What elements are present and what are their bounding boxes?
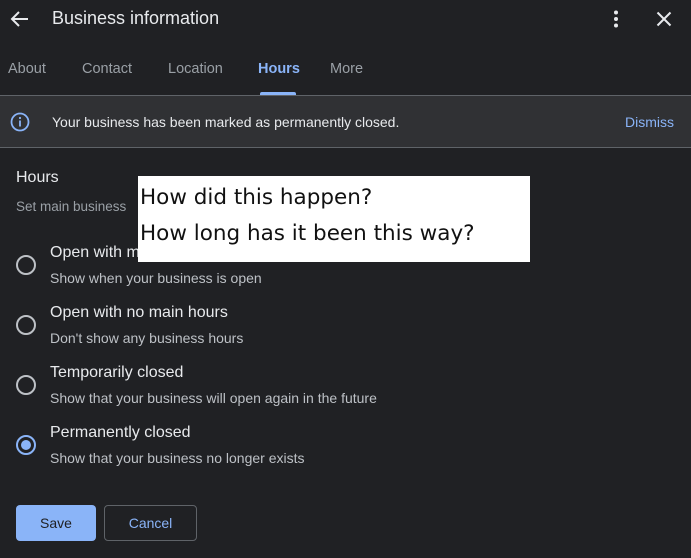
annotation-line: How did this happen? (140, 185, 373, 210)
more-vert-icon[interactable] (603, 5, 629, 33)
dialog-title: Business information (52, 8, 220, 28)
dialog-header: Business information (0, 0, 691, 40)
arrow-back-icon[interactable] (6, 4, 34, 34)
dismiss-button[interactable]: Dismiss (625, 114, 674, 130)
option-description: Show when your business is open (50, 270, 262, 286)
banner-message: Your business has been marked as permane… (52, 114, 400, 130)
option-label: Open with m (50, 244, 140, 261)
option-label: Permanently closed (50, 424, 191, 441)
hours-title: Hours (16, 169, 59, 186)
annotation-box: How did this happen? How long has it bee… (138, 176, 530, 262)
tab-location[interactable]: Location (168, 61, 223, 77)
info-icon (10, 112, 30, 132)
radio-button[interactable] (16, 315, 36, 335)
option-description: Don't show any business hours (50, 330, 244, 346)
status-banner: Your business has been marked as permane… (0, 95, 691, 148)
hours-subtitle: Set main business (16, 199, 127, 214)
radio-button-selected[interactable] (16, 435, 36, 455)
tab-more[interactable]: More (330, 61, 363, 77)
save-button[interactable]: Save (16, 505, 96, 541)
option-temporarily-closed[interactable]: Temporarily closed Show that your busine… (0, 364, 500, 416)
cancel-button[interactable]: Cancel (104, 505, 197, 541)
option-permanently-closed[interactable]: Permanently closed Show that your busine… (0, 424, 500, 476)
close-icon[interactable] (650, 5, 678, 33)
tab-about[interactable]: About (8, 61, 46, 77)
annotation-line: How long has it been this way? (140, 221, 475, 246)
option-label: Open with no main hours (50, 304, 228, 321)
option-open-no-main-hours[interactable]: Open with no main hours Don't show any b… (0, 304, 500, 356)
tab-hours[interactable]: Hours (258, 61, 300, 77)
option-description: Show that your business no longer exists (50, 450, 305, 466)
radio-button[interactable] (16, 255, 36, 275)
tab-contact[interactable]: Contact (82, 61, 132, 77)
option-description: Show that your business will open again … (50, 390, 377, 406)
radio-button[interactable] (16, 375, 36, 395)
tab-bar: About Contact Location Hours More (0, 52, 691, 95)
option-label: Temporarily closed (50, 364, 184, 381)
